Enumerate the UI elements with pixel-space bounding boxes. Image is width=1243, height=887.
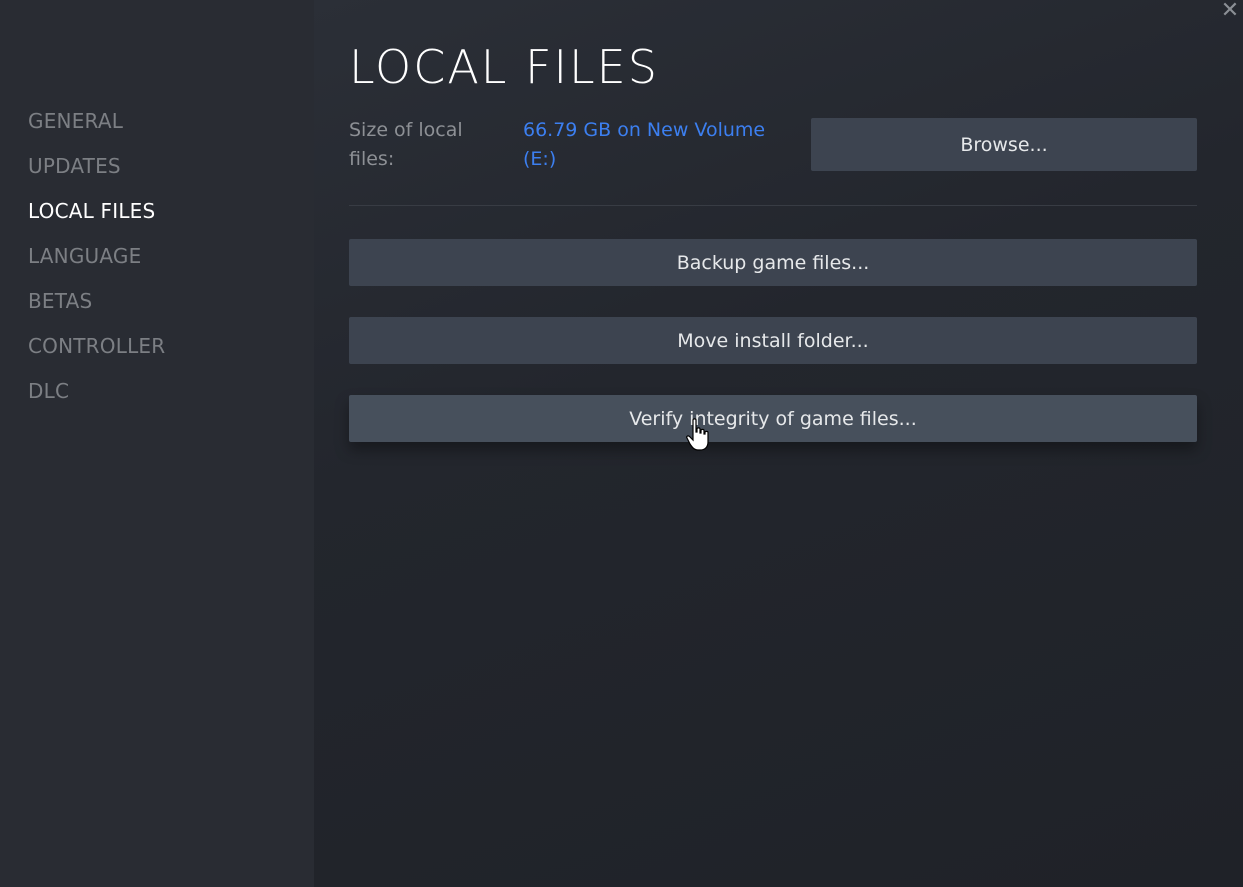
sidebar-item-updates[interactable]: UPDATES [28, 154, 121, 178]
size-value-link[interactable]: 66.79 GB on New Volume (E:) [523, 116, 793, 174]
size-label: Size of local files: [349, 119, 463, 170]
hand-cursor-icon [686, 418, 709, 451]
sidebar-item-language[interactable]: LANGUAGE [28, 244, 141, 268]
backup-game-files-button[interactable]: Backup game files... [349, 239, 1197, 286]
divider [349, 205, 1197, 206]
sidebar-item-local-files[interactable]: LOCAL FILES [28, 199, 155, 223]
sidebar-item-dlc[interactable]: DLC [28, 379, 69, 403]
verify-integrity-button[interactable]: Verify integrity of game files... [349, 395, 1197, 442]
page-title: LOCAL FILES [349, 40, 659, 94]
main-panel: ✕ LOCAL FILES Size of local files: 66.79… [314, 0, 1243, 887]
sidebar: GENERAL UPDATES LOCAL FILES LANGUAGE BET… [0, 0, 314, 887]
move-install-folder-button[interactable]: Move install folder... [349, 317, 1197, 364]
sidebar-item-general[interactable]: GENERAL [28, 109, 123, 133]
sidebar-item-betas[interactable]: BETAS [28, 289, 92, 313]
sidebar-item-controller[interactable]: CONTROLLER [28, 334, 165, 358]
browse-button[interactable]: Browse... [811, 118, 1197, 171]
close-icon[interactable]: ✕ [1219, 0, 1241, 22]
